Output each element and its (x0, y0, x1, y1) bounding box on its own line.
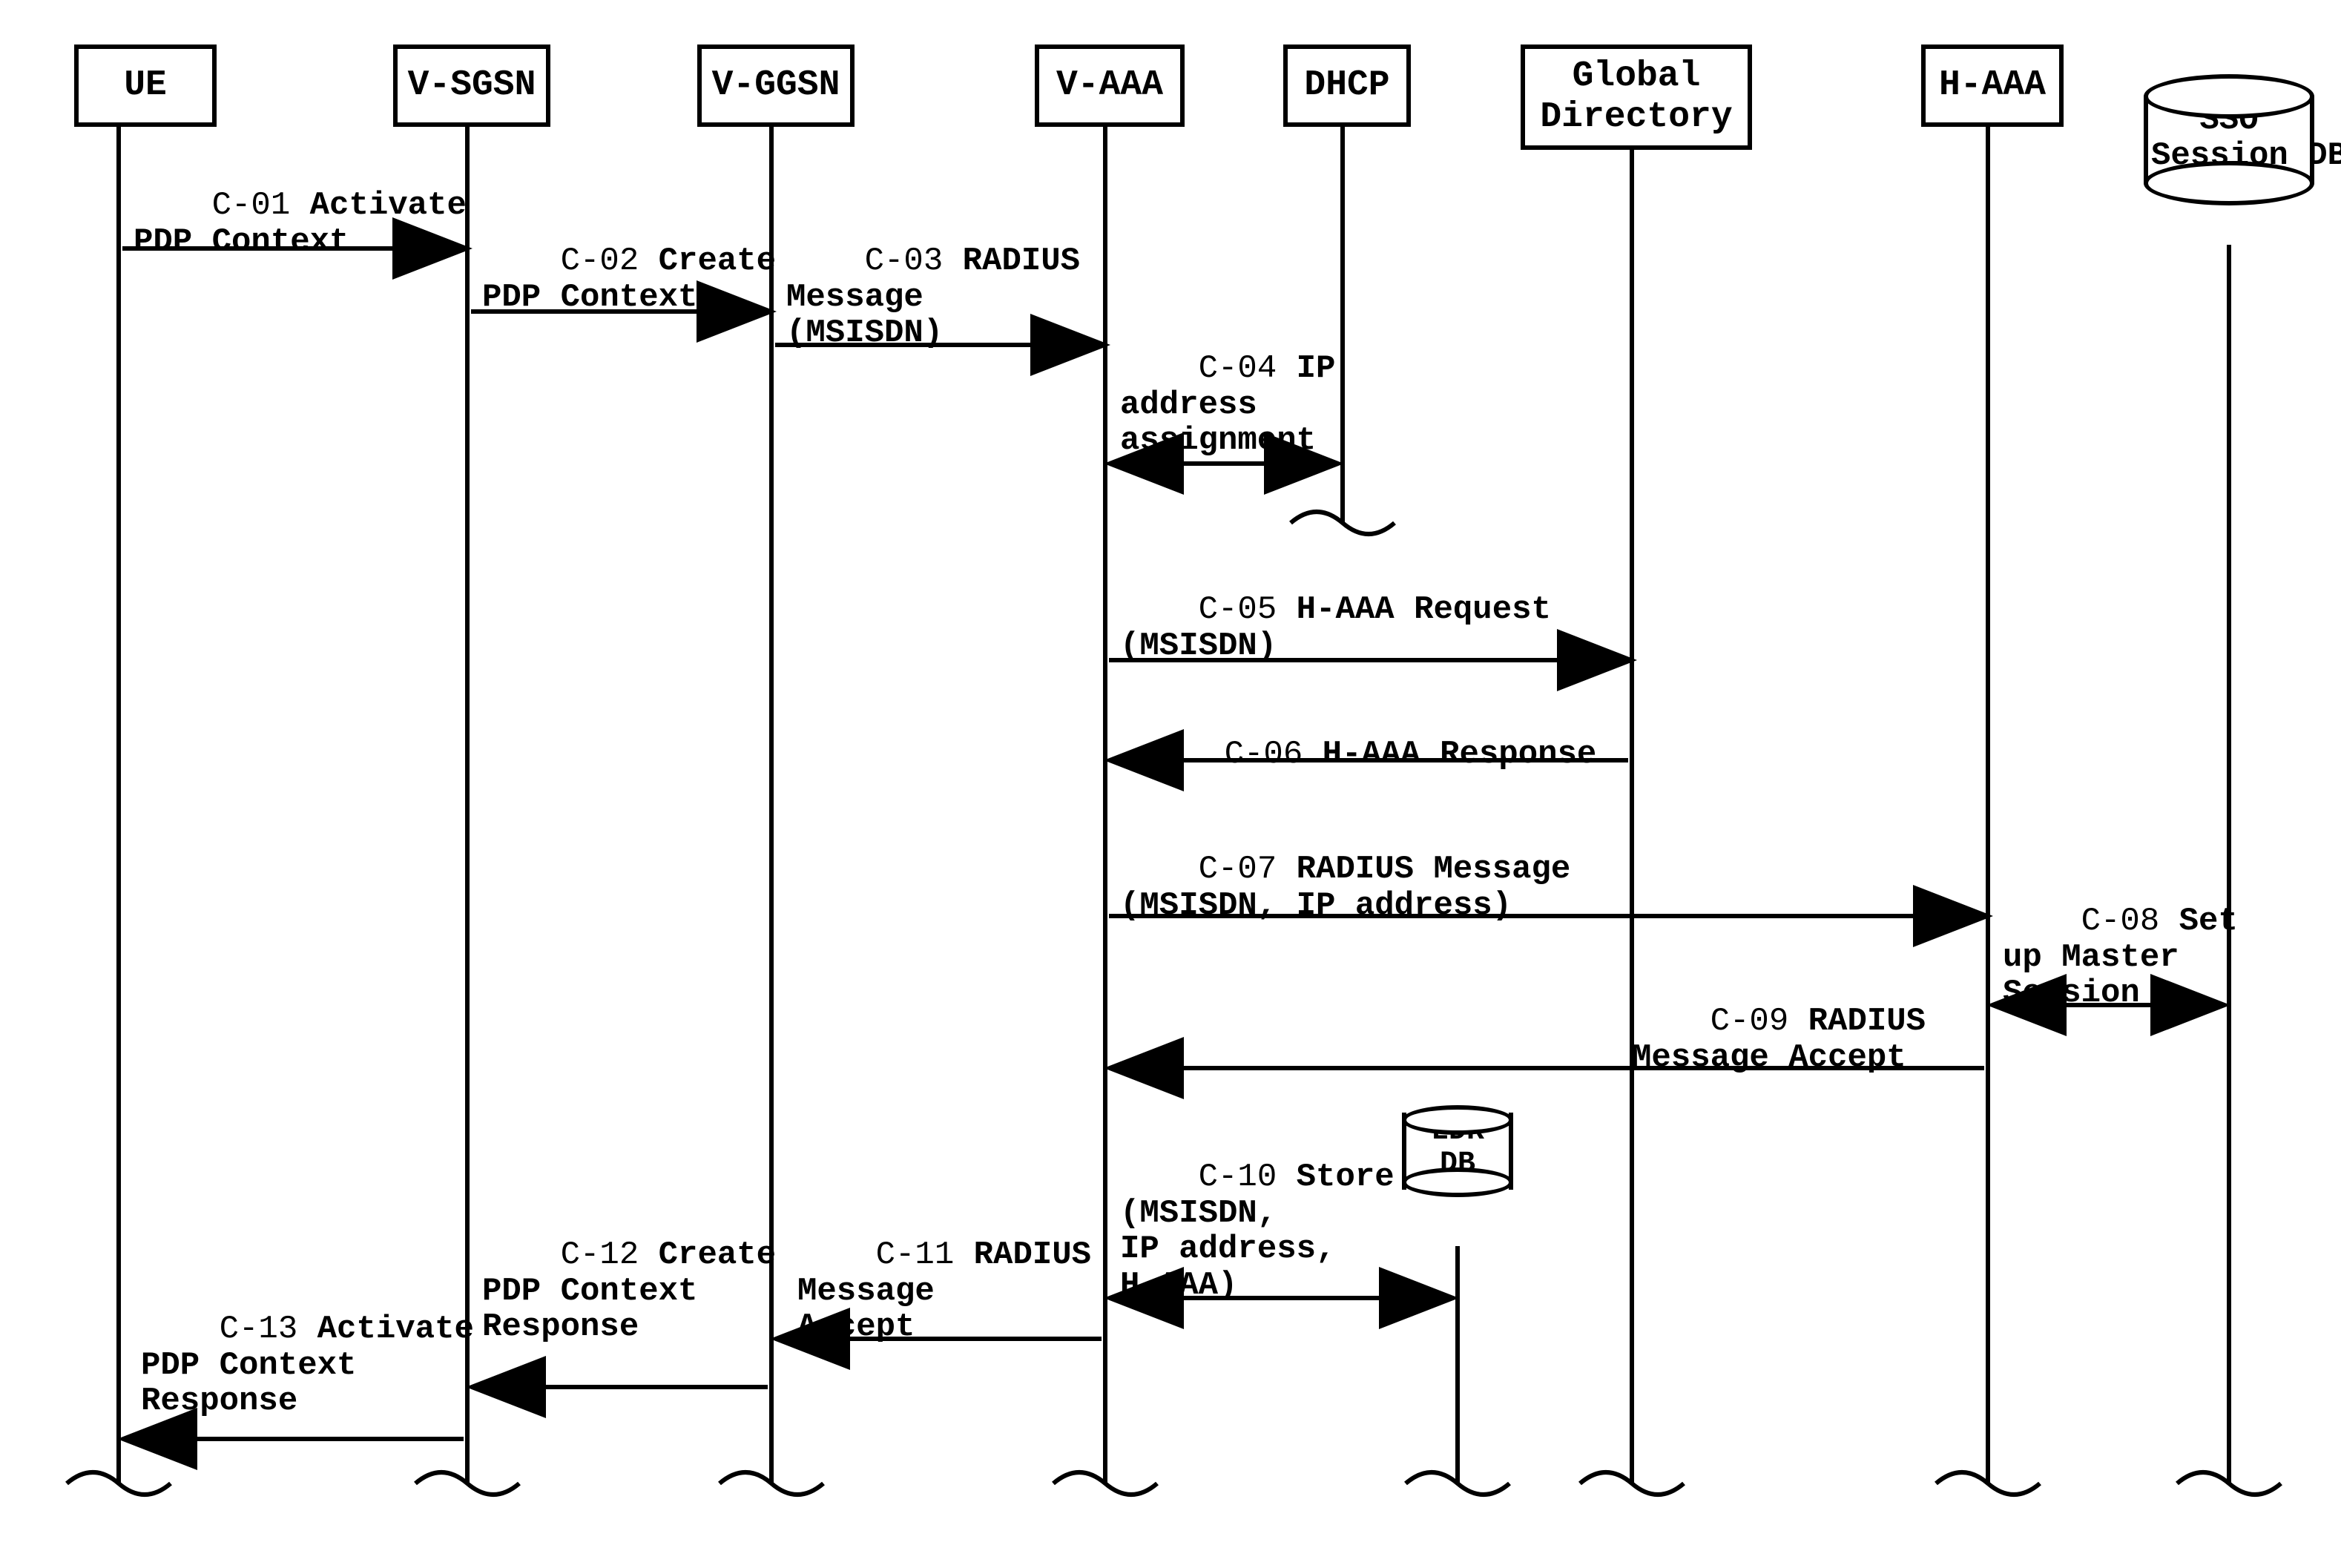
msg-c13-label: C-13 Activate PDP Context Response (141, 1276, 474, 1455)
msg-c10-label: C-10 Store (MSISDN, IP address, H-AAA) (1120, 1124, 1395, 1339)
msg-c07-label: C-07 RADIUS Message (MSISDN, IP address) (1120, 816, 1570, 960)
participant-h-aaa: H-AAA (1921, 45, 2064, 127)
sequence-diagram: UE V-SGSN V-GGSN V-AAA DHCP Global Direc… (0, 0, 2341, 1568)
participant-v-aaa: V-AAA (1035, 45, 1185, 127)
participant-ue: UE (74, 45, 217, 127)
msg-c05-label: C-05 H-AAA Request (MSISDN) (1120, 556, 1551, 700)
participant-global-directory: Global Directory (1521, 45, 1752, 150)
participant-v-sgsn: V-SGSN (393, 45, 550, 127)
msg-c01-label: C-01 Activate PDP Context (134, 152, 467, 296)
participant-ldr-db: LDR DB (1402, 1105, 1513, 1197)
msg-c12-label: C-12 Create PDP Context Response (482, 1202, 776, 1381)
msg-c02-label: C-02 Create PDP Context (482, 208, 776, 352)
msg-c04-label: C-04 IP address assignment (1120, 315, 1335, 495)
msg-c03-label: C-03 RADIUS Message (MSISDN) (786, 208, 1080, 387)
msg-c06-label: C-06 H-AAA Response (1146, 701, 1596, 808)
msg-c08-label: C-08 Set up Master Session (2003, 868, 2238, 1047)
participant-dhcp: DHCP (1283, 45, 1411, 127)
participant-v-ggsn: V-GGSN (697, 45, 855, 127)
msg-c11-label: C-11 RADIUS Message Accept (797, 1202, 1091, 1381)
participant-sso-session-db: SSO Session DB (2144, 74, 2314, 205)
msg-c09-label: C-09 RADIUS Message Accept (1632, 968, 1926, 1112)
